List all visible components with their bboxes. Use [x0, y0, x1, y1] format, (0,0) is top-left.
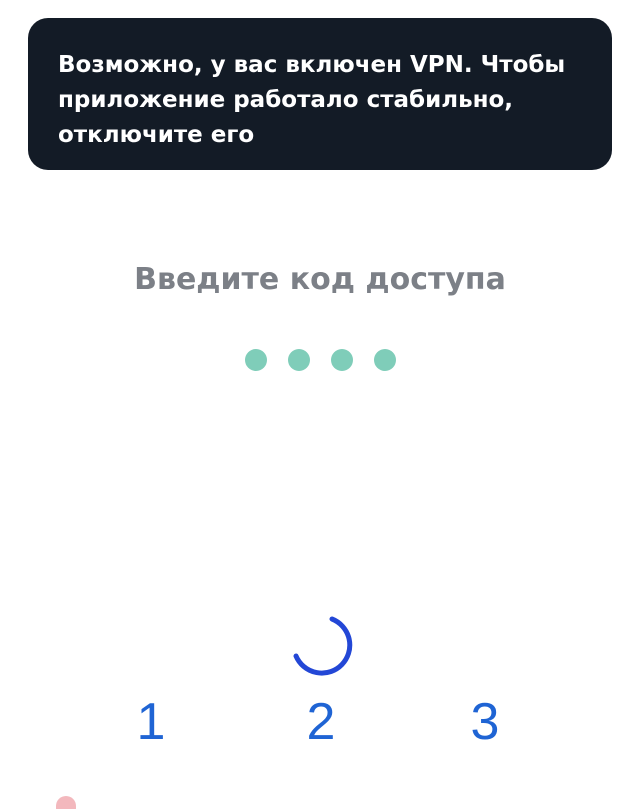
- toast-line-1: Возможно, у вас включен VPN. Чтобы: [58, 52, 566, 78]
- toast-line-2: приложение работало стабильно,: [58, 87, 514, 113]
- partial-icon: [56, 796, 76, 809]
- pin-dots: [0, 349, 640, 371]
- pin-dot: [244, 349, 267, 371]
- loading-spinner-icon: [293, 616, 353, 676]
- pin-dot: [330, 349, 353, 371]
- toast-line-3: отключите его: [58, 122, 255, 148]
- pin-dot: [287, 349, 310, 371]
- keypad-key-3[interactable]: 3: [440, 690, 530, 754]
- passcode-title: Введите код доступа: [134, 262, 506, 297]
- keypad-key-2[interactable]: 2: [276, 690, 366, 754]
- vpn-warning-toast: Возможно, у вас включен VPN. Чтобы прило…: [28, 18, 612, 170]
- keypad-key-1[interactable]: 1: [106, 690, 196, 754]
- pin-dot: [373, 349, 396, 371]
- passcode-screen: Возможно, у вас включен VPN. Чтобы прило…: [0, 0, 640, 809]
